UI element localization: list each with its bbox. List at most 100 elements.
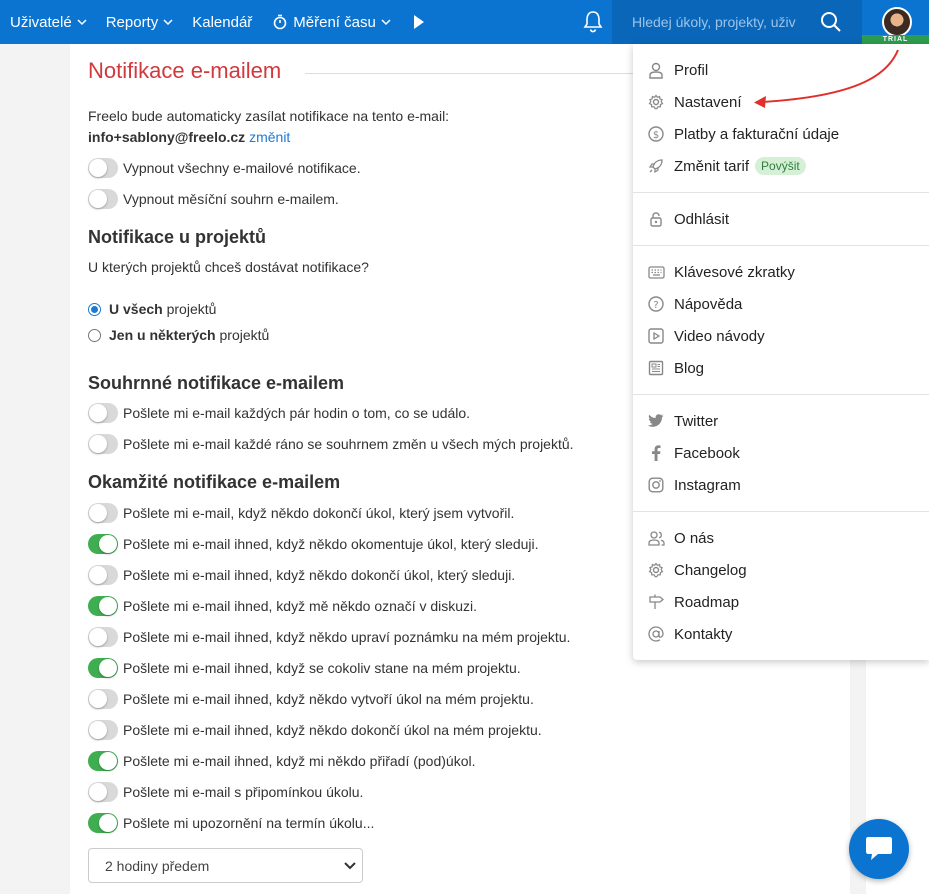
toggle-switch[interactable] [88,189,118,209]
summary-heading: Souhrnné notifikace e-mailem [88,373,345,393]
menu-item-help[interactable]: ? Nápověda [647,293,742,315]
menu-instagram-label: Instagram [674,476,741,494]
nav-users[interactable]: Uživatelé [10,0,88,44]
email-toggle-row[interactable]: Vypnout měsíční souhrn e-mailem. [88,188,339,210]
instant-toggle-row[interactable]: Pošlete mi upozornění na termín úkolu... [88,812,374,834]
nav-calendar-label: Kalendář [192,13,253,31]
newspaper-icon [647,359,665,377]
toggle-switch[interactable] [88,782,118,802]
bell-icon[interactable] [582,10,604,34]
chevron-down-icon [163,19,173,26]
dollar-circle-icon: $ [647,125,665,143]
reminder-time-select[interactable]: 2 hodiny předem [88,848,363,883]
video-play-icon [647,327,665,345]
search-input[interactable] [632,12,817,32]
play-icon [413,15,424,29]
menu-item-blog[interactable]: Blog [647,357,704,379]
project-scope-option[interactable]: Jen u některých projektů [88,325,269,345]
toggle-switch[interactable] [88,689,118,709]
instant-toggle-row[interactable]: Pošlete mi e-mail s připomínkou úkolu. [88,781,363,803]
summary-toggle-row[interactable]: Pošlete mi e-mail každých pár hodin o to… [88,402,470,424]
gear-icon [647,561,665,579]
toggle-switch[interactable] [88,565,118,585]
menu-item-change-plan[interactable]: Změnit tarif Povýšit [647,155,806,177]
menu-item-logout[interactable]: Odhlásit [647,208,729,230]
toggle-label: Pošlete mi e-mail ihned, když mě někdo o… [123,598,478,614]
toggle-label: Pošlete mi e-mail s připomínkou úkolu. [123,784,364,800]
avatar[interactable] [882,7,912,37]
menu-facebook-label: Facebook [674,444,740,462]
email-line: info+sablony@freelo.cz změnit [88,129,290,145]
account-menu-toggle[interactable]: TRIAL [862,0,929,44]
nav-calendar[interactable]: Kalendář [192,0,252,44]
menu-item-shortcuts[interactable]: Klávesové zkratky [647,261,795,283]
menu-profile-label: Profil [674,61,709,79]
nav-time-label: Měření času [293,13,376,31]
toggle-switch[interactable] [88,720,118,740]
menu-item-instagram[interactable]: Instagram [647,474,741,496]
nav-time-tracking[interactable]: Měření času [272,0,392,44]
toggle-switch[interactable] [88,434,118,454]
menu-item-profile[interactable]: Profil [647,59,708,81]
option-rest-label: projektů [215,327,270,343]
nav-reports[interactable]: Reporty [106,0,175,44]
instant-toggle-row[interactable]: Pošlete mi e-mail ihned, když mi někdo p… [88,750,476,772]
toggle-label: Vypnout měsíční souhrn e-mailem. [123,191,339,207]
menu-item-facebook[interactable]: Facebook [647,442,740,464]
instant-toggle-row[interactable]: Pošlete mi e-mail ihned, když někdo doko… [88,719,542,741]
toggle-switch[interactable] [88,596,118,616]
toggle-switch[interactable] [88,503,118,523]
toggle-label: Pošlete mi e-mail, když někdo dokončí úk… [123,505,515,521]
svg-text:?: ? [653,300,658,311]
menu-item-about[interactable]: O nás [647,527,714,549]
instant-toggle-row[interactable]: Pošlete mi e-mail ihned, když mě někdo o… [88,595,477,617]
toggle-switch[interactable] [88,158,118,178]
project-scope-option[interactable]: U všech projektů [88,299,216,319]
menu-item-changelog[interactable]: Changelog [647,559,747,581]
toggle-switch[interactable] [88,403,118,423]
timer-play-button[interactable] [412,0,426,44]
menu-divider [633,511,929,512]
notification-email: info+sablony@freelo.cz [88,129,246,145]
toggle-switch[interactable] [88,751,118,771]
option-bold-label: U všech [109,301,163,317]
chat-button[interactable] [849,819,909,879]
email-toggle-row[interactable]: Vypnout všechny e-mailové notifikace. [88,157,361,179]
toggle-label: Pošlete mi upozornění na termín úkolu... [123,815,375,831]
menu-item-roadmap[interactable]: Roadmap [647,591,739,613]
toggle-label: Pošlete mi e-mail ihned, když někdo okom… [123,536,539,552]
menu-item-videos[interactable]: Video návody [647,325,765,347]
option-rest-label: projektů [162,301,217,317]
gear-icon [647,93,665,111]
toggle-label: Pošlete mi e-mail ihned, když někdo doko… [123,567,516,583]
nav-users-label: Uživatelé [10,13,72,31]
menu-item-billing[interactable]: $ Platby a fakturační údaje [647,123,839,145]
toggle-label: Pošlete mi e-mail ihned, když někdo vytv… [123,691,534,707]
summary-toggle-row[interactable]: Pošlete mi e-mail každé ráno se souhrnem… [88,433,574,455]
change-email-link[interactable]: změnit [249,129,290,145]
instagram-icon [647,476,665,494]
menu-settings-label: Nastavení [674,93,742,111]
instant-toggle-row[interactable]: Pošlete mi e-mail ihned, když někdo okom… [88,533,539,555]
instant-toggle-row[interactable]: Pošlete mi e-mail, když někdo dokončí úk… [88,502,514,524]
toggle-switch[interactable] [88,658,118,678]
radio-button[interactable] [88,302,101,316]
menu-item-settings[interactable]: Nastavení [647,91,742,113]
instant-toggle-row[interactable]: Pošlete mi e-mail ihned, když někdo vytv… [88,688,534,710]
menu-item-contacts[interactable]: Kontakty [647,623,732,645]
toggle-switch[interactable] [88,813,118,833]
menu-blog-label: Blog [674,359,705,377]
instant-toggle-row[interactable]: Pošlete mi e-mail ihned, když někdo upra… [88,626,570,648]
lock-icon [647,210,665,228]
radio-button[interactable] [88,328,101,342]
toggle-switch[interactable] [88,534,118,554]
menu-item-twitter[interactable]: Twitter [647,410,718,432]
search-icon[interactable] [820,11,842,33]
instant-toggle-row[interactable]: Pošlete mi e-mail ihned, když někdo doko… [88,564,515,586]
toggle-switch[interactable] [88,627,118,647]
nav-reports-label: Reporty [105,13,159,31]
instant-toggle-row[interactable]: Pošlete mi e-mail ihned, když se cokoliv… [88,657,521,679]
toggle-label: Vypnout všechny e-mailové notifikace. [123,160,361,176]
toggle-label: Pošlete mi e-mail každé ráno se souhrnem… [123,436,574,452]
upgrade-badge[interactable]: Povýšit [755,157,806,175]
